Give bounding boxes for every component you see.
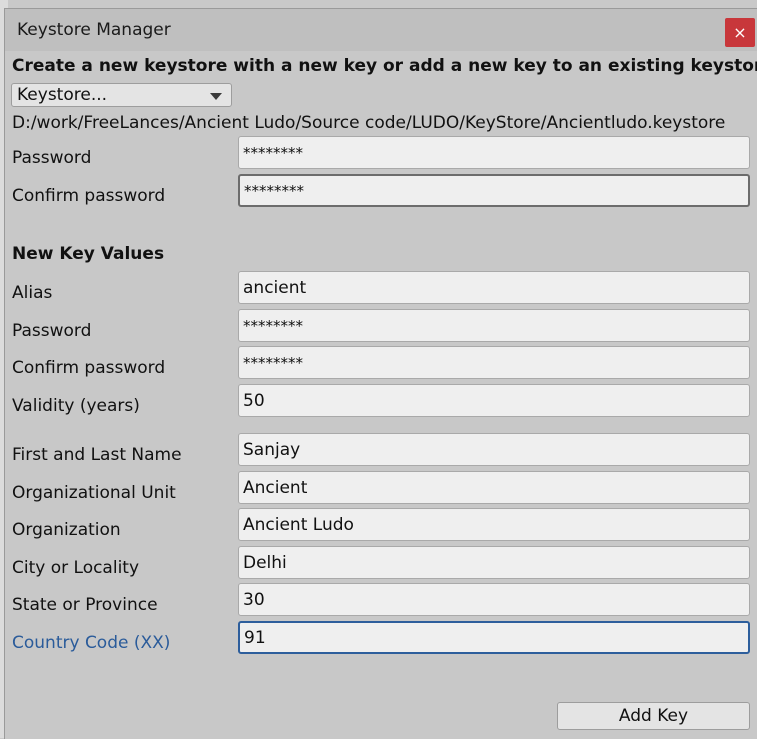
keystore-dropdown-label: Keystore... [17,85,108,105]
validity-label: Validity (years) [12,396,140,416]
keystore-manager-window: Keystore Manager × Create a new keystore… [4,8,757,739]
instruction-heading: Create a new keystore with a new key or … [12,56,757,76]
key-password-label: Password [12,321,92,341]
state-field[interactable] [238,583,750,616]
organization-field[interactable] [238,508,750,541]
keystore-path: D:/work/FreeLances/Ancient Ludo/Source c… [12,113,726,133]
alias-field[interactable] [238,271,750,304]
city-field[interactable] [238,546,750,579]
chevron-down-icon [210,93,222,100]
dialog-content: Create a new keystore with a new key or … [5,51,757,739]
name-field[interactable] [238,433,750,466]
window-title: Keystore Manager [17,20,171,40]
org-unit-label: Organizational Unit [12,483,176,503]
keystore-dropdown[interactable]: Keystore... [11,83,232,107]
new-key-section-title: New Key Values [12,244,165,264]
key-password-field[interactable] [238,309,750,342]
state-label: State or Province [12,595,158,615]
keystore-confirm-password-label: Confirm password [12,186,166,206]
country-code-label: Country Code (XX) [12,633,171,653]
title-bar[interactable]: Keystore Manager × [5,9,757,51]
keystore-password-field[interactable] [238,136,750,169]
city-label: City or Locality [12,558,140,578]
close-icon: × [733,23,747,42]
key-confirm-password-field[interactable] [238,346,750,379]
validity-field[interactable] [238,384,750,417]
alias-label: Alias [12,283,53,303]
keystore-confirm-password-field[interactable] [238,174,750,207]
org-unit-field[interactable] [238,471,750,504]
country-code-field[interactable] [238,621,750,654]
close-button[interactable]: × [725,18,755,47]
key-confirm-password-label: Confirm password [12,358,166,378]
add-key-button[interactable]: Add Key [557,702,750,730]
organization-label: Organization [12,520,121,540]
keystore-password-label: Password [12,148,92,168]
name-label: First and Last Name [12,445,182,465]
